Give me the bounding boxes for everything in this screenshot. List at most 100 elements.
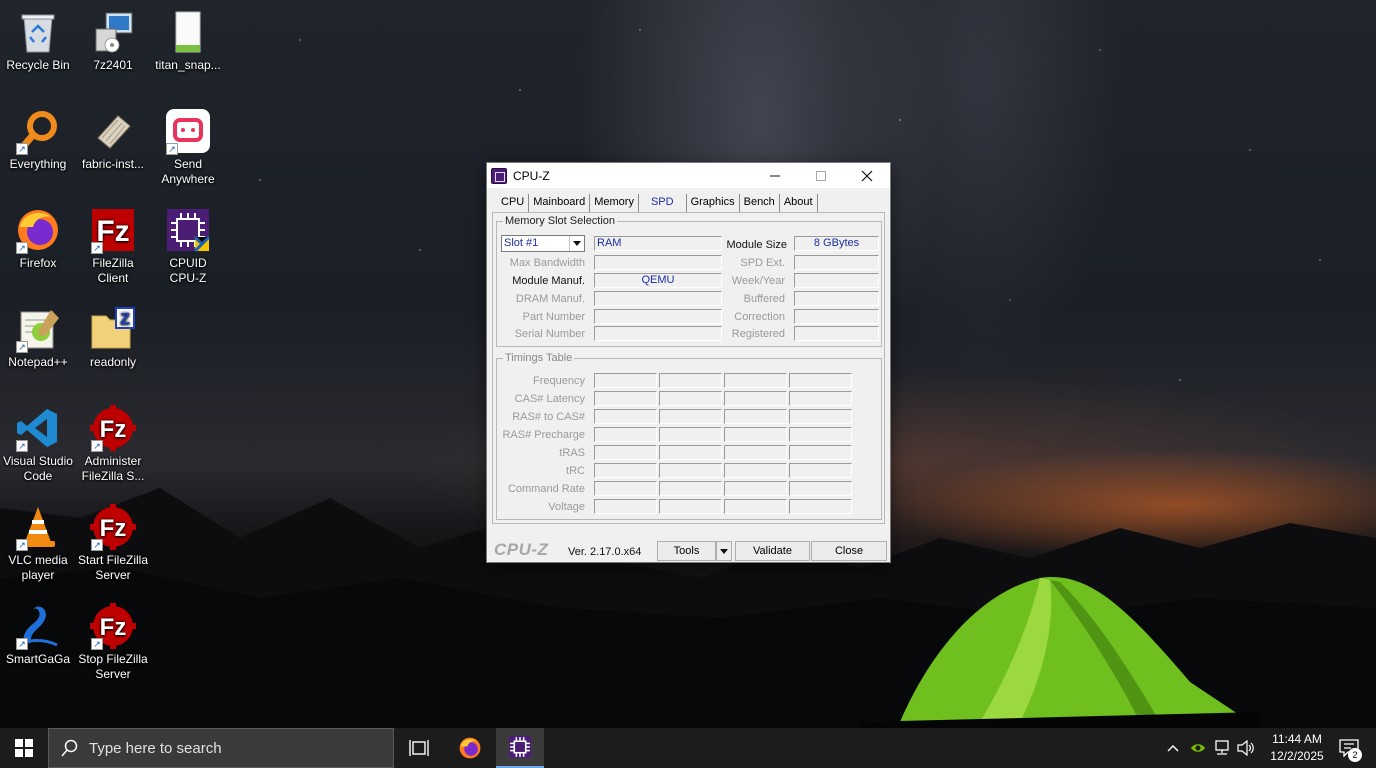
firefox-icon (459, 737, 481, 759)
timing-cell (789, 463, 852, 478)
desktop-icon-administer-filezilla-server[interactable]: Fz ↗ Administer FileZilla S... (75, 398, 151, 484)
timing-cell (724, 409, 787, 424)
filezilla-server-icon: Fz ↗ (89, 503, 137, 551)
tab-memory[interactable]: Memory (590, 194, 639, 212)
shortcut-arrow-icon: ↗ (16, 341, 28, 353)
close-icon (861, 170, 873, 181)
nvidia-tray-button[interactable] (1186, 728, 1210, 768)
tab-mainboard[interactable]: Mainboard (529, 194, 591, 212)
window-titlebar[interactable]: CPU-Z (487, 163, 890, 188)
registered-label: Registered (731, 328, 785, 340)
desktop-icon-vscode[interactable]: ↗ Visual Studio Code (0, 398, 76, 484)
taskbar-firefox[interactable] (446, 728, 494, 768)
taskbar-cpuz[interactable] (496, 728, 544, 768)
desktop-icon-7z2401[interactable]: 7z2401 (75, 2, 151, 73)
send-anywhere-icon: ↗ (164, 107, 212, 155)
shortcut-arrow-icon: ↗ (166, 143, 178, 155)
search-magnifier-icon: ↗ (14, 107, 62, 155)
chevron-down-icon (569, 236, 584, 251)
registered-field (794, 326, 879, 341)
desktop-icon-notepadpp[interactable]: ↗ Notepad++ (0, 299, 76, 370)
tools-dropdown-button[interactable] (716, 541, 732, 561)
desktop-icon-label: Visual Studio Code (3, 454, 73, 483)
desktop-icon-readonly[interactable]: Z readonly (75, 299, 151, 370)
desktop-icon-smartgaga[interactable]: ↗ SmartGaGa (0, 596, 76, 667)
validate-button[interactable]: Validate (735, 541, 810, 561)
tab-about[interactable]: About (780, 194, 818, 212)
desktop-icon-vlc[interactable]: ↗ VLC media player (0, 497, 76, 583)
clock-time: 11:44 AM (1272, 732, 1322, 746)
tab-cpu[interactable]: CPU (497, 194, 530, 212)
start-button[interactable] (0, 728, 48, 768)
cpuz-brand-logo: CPU-Z (494, 540, 549, 559)
part-number-field (594, 309, 722, 324)
tab-spd[interactable]: SPD (638, 194, 687, 212)
timing-cell (789, 373, 852, 388)
timing-cell (724, 499, 787, 514)
buffered-field (794, 291, 879, 306)
desktop-icon-label: Everything (9, 157, 67, 171)
installer-icon (89, 8, 137, 56)
desktop-icon-titan-snap[interactable]: titan_snap... (150, 2, 226, 73)
filezilla-server-icon: Fz ↗ (89, 602, 137, 650)
desktop-icon-send-anywhere[interactable]: ↗ Send Anywhere (150, 101, 226, 187)
timing-cell (594, 445, 657, 460)
shortcut-arrow-icon: ↗ (91, 539, 103, 551)
module-size-field: 8 GBytes (794, 236, 879, 251)
network-tray-button[interactable] (1210, 728, 1234, 768)
timing-row-label: RAS# Precharge (502, 429, 585, 441)
cpuz-icon (509, 736, 531, 758)
desktop-icon-firefox[interactable]: ↗ Firefox (0, 200, 76, 271)
close-window-button[interactable] (844, 163, 890, 188)
max-bandwidth-field (594, 255, 722, 270)
timing-cell (594, 481, 657, 496)
show-hidden-icons-button[interactable] (1162, 728, 1184, 768)
desktop-icon-filezilla-client[interactable]: Fz ↗ FileZilla Client (75, 200, 151, 286)
maximize-button[interactable] (798, 163, 844, 188)
timing-cell (724, 463, 787, 478)
tools-button[interactable]: Tools (657, 541, 716, 561)
chevron-up-icon (1167, 745, 1179, 752)
desktop-icon-label: readonly (89, 355, 137, 369)
firefox-icon: ↗ (14, 206, 62, 254)
timing-cell (659, 499, 722, 514)
close-button[interactable]: Close (811, 541, 887, 561)
desktop-icon-start-filezilla-server[interactable]: Fz ↗ Start FileZilla Server (75, 497, 151, 583)
spd-panel: Memory Slot Selection Slot #1 RAM Module… (492, 212, 885, 524)
windows-logo-icon (15, 739, 33, 757)
timing-cell (789, 391, 852, 406)
memory-slot-legend: Memory Slot Selection (505, 215, 616, 227)
desktop-icon-stop-filezilla-server[interactable]: Fz ↗ Stop FileZilla Server (75, 596, 151, 682)
clock-date: 12/2/2025 (1270, 749, 1324, 763)
timing-cell (659, 481, 722, 496)
taskbar-clock[interactable]: 11:44 AM 12/2/2025 (1264, 731, 1330, 765)
file-icon (164, 8, 212, 56)
volume-tray-button[interactable] (1234, 728, 1258, 768)
slot-select[interactable]: Slot #1 (501, 235, 585, 252)
desktop-icon-label: Notepad++ (8, 355, 68, 369)
correction-label: Correction (734, 311, 785, 323)
desktop-icon-everything[interactable]: ↗ Everything (0, 101, 76, 172)
shortcut-arrow-icon: ↗ (16, 440, 28, 452)
tab-bench[interactable]: Bench (740, 194, 780, 212)
desktop-icon-label: SmartGaGa (5, 652, 71, 666)
serial-number-label: Serial Number (514, 328, 585, 340)
module-manuf-label: Module Manuf. (512, 275, 585, 287)
timing-cell (594, 391, 657, 406)
shortcut-arrow-icon: ↗ (16, 539, 28, 551)
network-icon (1215, 740, 1229, 755)
action-center-button[interactable]: 2 (1330, 728, 1368, 768)
tab-graphics[interactable]: Graphics (687, 194, 740, 212)
timing-cell (594, 463, 657, 478)
task-view-button[interactable] (395, 728, 443, 768)
minimize-button[interactable] (752, 163, 798, 188)
desktop-icon-label: 7z2401 (93, 58, 133, 72)
jar-file-icon (89, 107, 137, 155)
max-bandwidth-label: Max Bandwidth (509, 257, 585, 269)
timing-cell (724, 373, 787, 388)
desktop-icon-recycle-bin[interactable]: Recycle Bin (0, 2, 76, 73)
desktop-icon-cpuz[interactable]: CPUID CPU-Z (150, 200, 226, 286)
desktop-icon-fabric-installer[interactable]: fabric-inst... (75, 101, 151, 172)
taskbar-search-box[interactable]: Type here to search (48, 728, 394, 768)
timing-row-label: tRC (566, 465, 585, 477)
